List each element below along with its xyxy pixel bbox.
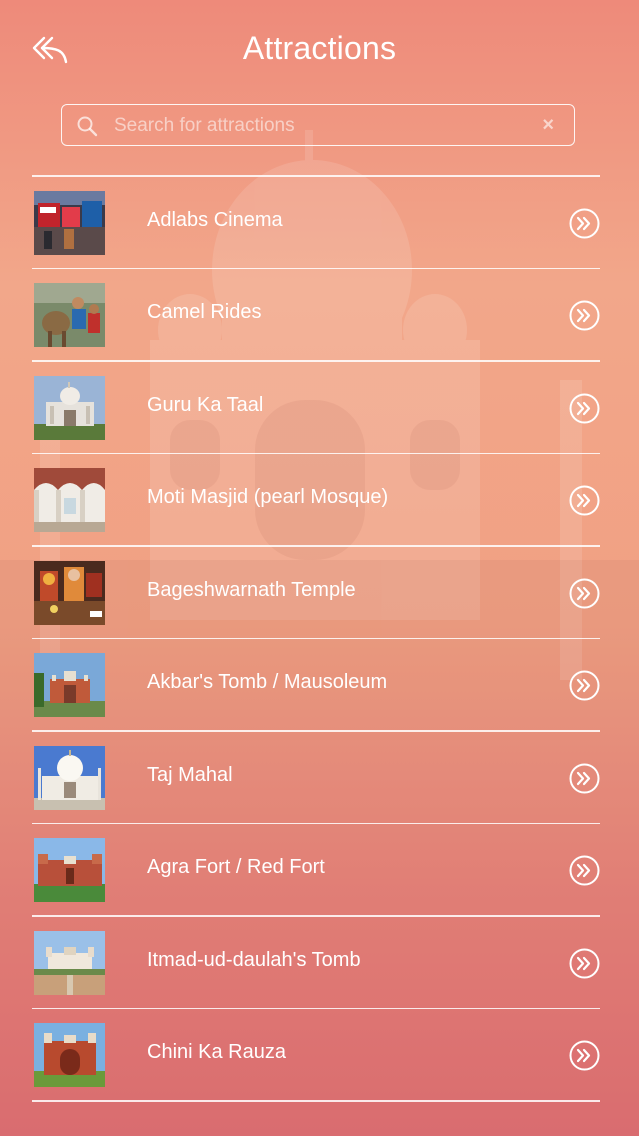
attraction-thumbnail bbox=[34, 930, 105, 995]
list-item[interactable]: Taj Mahal bbox=[32, 732, 600, 823]
attraction-label: Itmad-ud-daulah's Tomb bbox=[147, 948, 361, 971]
attraction-thumbnail bbox=[34, 468, 105, 532]
attraction-label: Agra Fort / Red Fort bbox=[147, 856, 325, 878]
attraction-label: Taj Mahal bbox=[147, 763, 233, 786]
attraction-thumbnail bbox=[34, 375, 105, 440]
list-item[interactable]: Bageshwarnath Temple bbox=[32, 547, 600, 638]
attraction-thumbnail bbox=[34, 283, 105, 347]
chevron-double-right-icon[interactable] bbox=[569, 485, 600, 516]
attraction-label: Camel Rides bbox=[147, 301, 262, 323]
header: Attractions bbox=[0, 0, 639, 100]
attraction-label: Moti Masjid (pearl Mosque) bbox=[147, 486, 389, 508]
chevron-double-right-icon[interactable] bbox=[569, 855, 600, 886]
list-item[interactable]: Moti Masjid (pearl Mosque) bbox=[32, 454, 600, 545]
attraction-thumbnail bbox=[34, 838, 105, 902]
list-item[interactable]: Guru Ka Taal bbox=[32, 362, 600, 453]
list-item[interactable]: Agra Fort / Red Fort bbox=[32, 824, 600, 915]
chevron-double-right-icon[interactable] bbox=[569, 763, 600, 794]
list-item[interactable]: Adlabs Cinema bbox=[32, 177, 600, 268]
close-icon[interactable]: × bbox=[542, 114, 554, 136]
attraction-thumbnail bbox=[34, 653, 105, 717]
chevron-double-right-icon[interactable] bbox=[569, 300, 600, 331]
page-title: Attractions bbox=[242, 30, 397, 66]
list-item[interactable]: Itmad-ud-daulah's Tomb bbox=[32, 917, 600, 1008]
shrine-photo bbox=[34, 560, 105, 625]
attraction-thumbnail bbox=[34, 1023, 105, 1087]
search-bar: × bbox=[61, 104, 575, 146]
chevron-double-right-icon[interactable] bbox=[569, 1040, 600, 1071]
attraction-label: Adlabs Cinema bbox=[147, 208, 283, 231]
search-icon bbox=[77, 116, 98, 137]
red-tomb-photo bbox=[34, 653, 105, 717]
temple-white-photo bbox=[34, 375, 105, 440]
attraction-thumbnail bbox=[34, 560, 105, 625]
list-item[interactable]: Camel Rides bbox=[32, 269, 600, 360]
attraction-thumbnail bbox=[34, 745, 105, 810]
attraction-label: Akbar's Tomb / Mausoleum bbox=[147, 671, 388, 693]
list-item[interactable]: Chini Ka Rauza bbox=[32, 1009, 600, 1100]
attractions-list: Adlabs Cinema Camel Rides Guru Ka Taal Moti… bbox=[32, 175, 600, 1102]
attraction-label: Chini Ka Rauza bbox=[147, 1041, 286, 1063]
divider bbox=[32, 1100, 600, 1102]
chevron-double-right-icon[interactable] bbox=[569, 208, 600, 239]
attraction-thumbnail bbox=[34, 190, 105, 255]
arches-photo bbox=[34, 468, 105, 532]
attraction-label: Bageshwarnath Temple bbox=[147, 578, 356, 601]
chevron-double-right-icon[interactable] bbox=[569, 393, 600, 424]
search-input[interactable] bbox=[112, 105, 536, 146]
white-tomb-photo bbox=[34, 930, 105, 995]
attraction-label: Guru Ka Taal bbox=[147, 393, 264, 416]
chevron-double-right-icon[interactable] bbox=[569, 670, 600, 701]
fort-photo bbox=[34, 838, 105, 902]
camel-photo bbox=[34, 283, 105, 347]
chevron-double-right-icon[interactable] bbox=[569, 578, 600, 609]
gate-photo bbox=[34, 1023, 105, 1087]
chevron-double-right-icon[interactable] bbox=[569, 948, 600, 979]
list-item[interactable]: Akbar's Tomb / Mausoleum bbox=[32, 639, 600, 730]
taj-photo bbox=[34, 745, 105, 810]
cinema-photo bbox=[34, 190, 105, 255]
